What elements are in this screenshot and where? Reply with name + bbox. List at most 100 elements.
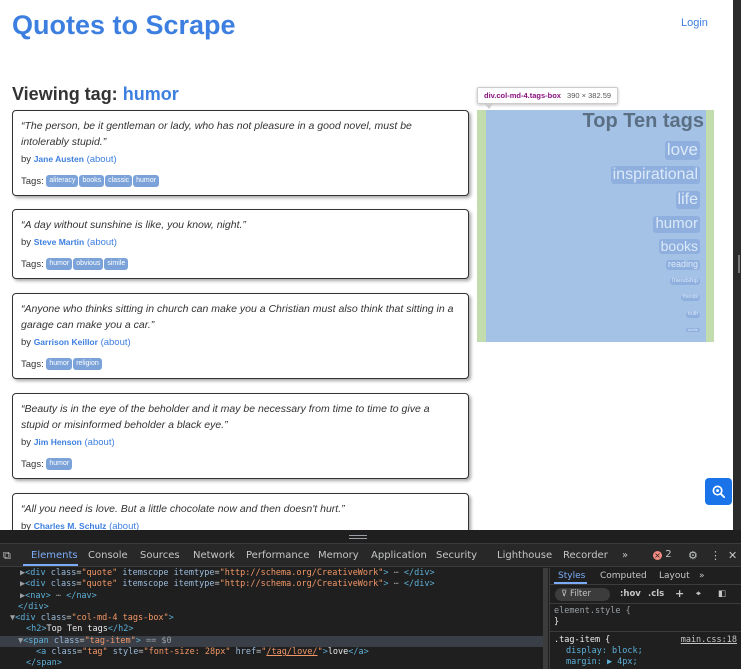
error-icon: × [653, 551, 662, 560]
tag-link[interactable]: humor [133, 175, 159, 188]
tag-link[interactable]: humor [46, 258, 73, 271]
page-scrollbar[interactable] [733, 0, 741, 530]
class-toggle[interactable]: .cls [648, 589, 664, 599]
author-name: Garrison Keillor [33, 337, 98, 347]
rule-prop-margin[interactable]: margin: ▶ 4px; [554, 657, 741, 668]
inspector-tooltip: div.col-md-4.tags-box 390 × 382.59 [477, 87, 619, 104]
login-link[interactable]: Login [681, 17, 708, 29]
quote-card: “The person, be it gentleman or lady, wh… [12, 110, 469, 196]
quote-tags: Tags: humor religion [21, 358, 460, 372]
styles-more-tabs[interactable]: » [699, 571, 705, 581]
error-count: 2 [665, 549, 672, 560]
quote-tags: Tags: humor [21, 458, 460, 472]
top-tag-link[interactable]: books [658, 238, 700, 255]
tab-network[interactable]: Network [193, 550, 235, 561]
dom-node-line[interactable]: ▶<div class="quote" itemscope itemtype="… [0, 568, 548, 579]
top-tag-link[interactable]: friendship [669, 278, 700, 285]
dom-node-line[interactable]: ▶<div class="quote" itemscope itemtype="… [0, 579, 548, 590]
rule-prop-display[interactable]: display: block; [554, 646, 741, 657]
tag-link[interactable]: religion [73, 358, 102, 371]
tag-link[interactable]: obvious [73, 258, 104, 271]
settings-gear-icon[interactable]: ⚙ [688, 549, 698, 562]
tab-layout[interactable]: Layout [659, 571, 690, 581]
tags-label: Tags: [21, 176, 44, 187]
more-tabs-button[interactable]: » [622, 550, 628, 561]
element-style-rule: element.style { } [550, 606, 741, 628]
dom-node-line[interactable]: <h2>Top Ten tags</h2> [0, 624, 548, 635]
error-count-badge[interactable]: × 2 [653, 549, 672, 560]
tags-label: Tags: [21, 459, 44, 470]
about-author-link[interactable]: (about) [101, 337, 131, 348]
hover-state-toggle[interactable]: :hov [620, 589, 641, 599]
about-author-link[interactable]: (about) [87, 237, 117, 248]
styles-filter-input[interactable]: ⊽ Filter [555, 588, 610, 601]
device-toolbar-icon[interactable]: ⧉ [3, 549, 11, 563]
tag-heading-tag-link[interactable]: humor [123, 84, 179, 104]
dom-node-line[interactable]: ▼<div class="col-md-4 tags-box"> [0, 613, 548, 624]
rule-source-link[interactable]: main.css:18 [681, 635, 737, 646]
tab-computed[interactable]: Computed [600, 571, 647, 581]
author-name: Jane Austen [33, 154, 84, 164]
close-devtools-icon[interactable]: ✕ [728, 549, 737, 562]
about-author-link[interactable]: (about) [109, 521, 139, 530]
tab-application[interactable]: Application [371, 550, 427, 561]
tab-security[interactable]: Security [436, 550, 477, 561]
about-author-link[interactable]: (about) [85, 437, 115, 448]
toggle-sidebar-icon[interactable]: ◧ [718, 589, 726, 599]
tag-link[interactable]: aliteracy [46, 175, 79, 188]
author-name: Charles M. Schulz [33, 521, 107, 530]
quote-byline: by Jane Austen (about) [21, 152, 460, 167]
devtools-resizer[interactable] [0, 530, 741, 544]
more-options-icon[interactable]: ⋮ [710, 549, 721, 562]
dom-tree-scrollbar[interactable] [543, 568, 548, 669]
top-tag-link[interactable]: humor [653, 215, 700, 233]
quote-tags: Tags: humor obvious simile [21, 258, 460, 272]
about-author-link[interactable]: (about) [87, 154, 117, 165]
page-scrollbar-thumb[interactable] [738, 255, 740, 273]
devtools-tab-bar: ⧉ Elements Console Sources Network Performan… [0, 544, 741, 567]
dom-node-line[interactable]: </div> [0, 602, 548, 613]
element-style-selector: element.style { [554, 606, 631, 616]
quote-text: “A day without sunshine is like, you kno… [21, 219, 246, 231]
dom-tree: ▶<div class="quote" itemscope itemtype="… [0, 568, 548, 669]
top-tag-link[interactable]: love [664, 140, 700, 160]
top-tag-link[interactable]: friends [680, 294, 700, 301]
top-tag-link[interactable]: reading [665, 259, 700, 270]
element-state-icon[interactable]: ⌖ [696, 589, 701, 599]
tab-recorder[interactable]: Recorder [563, 550, 608, 561]
by-label: by [21, 154, 32, 165]
tag-link[interactable]: humor [46, 458, 73, 471]
top-tag-link[interactable]: simile [685, 327, 700, 333]
element-style-close: } [554, 617, 560, 627]
tag-link[interactable]: classic [105, 175, 133, 188]
tags-label: Tags: [21, 359, 44, 370]
quote-byline: by Charles M. Schulz (about) [21, 519, 460, 530]
site-title[interactable]: Quotes to Scrape [12, 10, 236, 41]
by-label: by [21, 337, 32, 348]
dom-node-line[interactable]: ▼<span class="tag-item"> == $0 [0, 635, 548, 648]
top-tag-link[interactable]: life [675, 191, 700, 209]
new-rule-plus-icon[interactable]: + [675, 587, 684, 600]
tab-memory[interactable]: Memory [318, 550, 359, 561]
tab-elements[interactable]: Elements [31, 550, 78, 561]
tab-styles[interactable]: Styles [558, 571, 585, 581]
styles-active-indicator [554, 582, 587, 584]
tab-lighthouse[interactable]: Lighthouse [497, 550, 552, 561]
tab-console[interactable]: Console [88, 550, 128, 561]
tag-link[interactable]: books [79, 175, 105, 188]
filter-icon: ⊽ [561, 589, 568, 599]
dom-node-line[interactable]: ▶<nav> ⋯ </nav> [0, 591, 548, 602]
tab-sources[interactable]: Sources [140, 550, 180, 561]
tag-link[interactable]: humor [46, 358, 73, 371]
dom-node-line[interactable]: </span> [0, 658, 548, 669]
tab-performance[interactable]: Performance [246, 550, 309, 561]
inspector-tooltip-size: 390 × 382.59 [567, 91, 612, 100]
tag-link[interactable]: simile [104, 258, 129, 271]
top-tag-link[interactable]: truth [685, 311, 700, 318]
by-label: by [21, 437, 32, 448]
quote-byline: by Garrison Keillor (about) [21, 335, 460, 350]
dom-node-line[interactable]: <a class="tag" style="font-size: 28px" h… [0, 647, 548, 658]
tag-heading: Viewing tag: humor [12, 84, 179, 105]
floating-inspect-button[interactable] [705, 478, 732, 505]
top-tag-link[interactable]: inspirational [610, 166, 700, 184]
